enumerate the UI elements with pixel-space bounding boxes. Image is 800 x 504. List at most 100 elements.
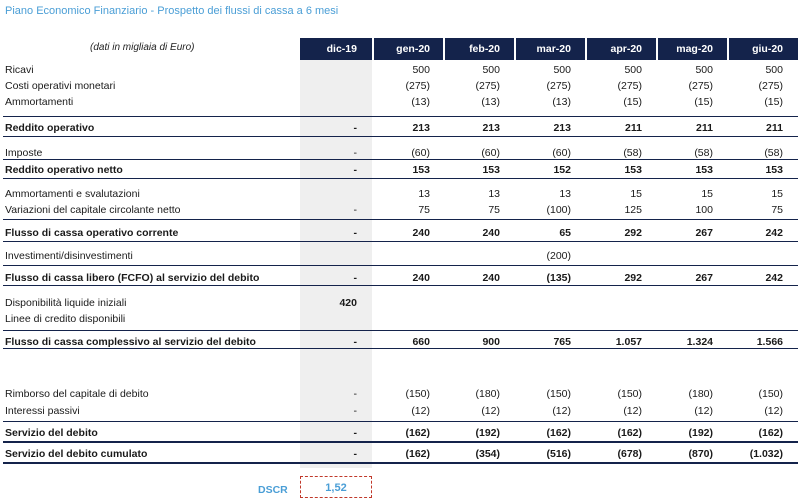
- cell-giu-20: 500: [765, 64, 783, 76]
- cell-gen-20: 240: [412, 272, 430, 284]
- cell-apr-20: 15: [630, 188, 642, 200]
- cell-gen-20: 13: [418, 188, 430, 200]
- column-header-mag-20: mag-20: [658, 38, 727, 60]
- cell-gen-20: (162): [405, 427, 430, 439]
- row-label: Interessi passivi: [5, 405, 80, 417]
- row-label: Investimenti/disinvestimenti: [5, 250, 133, 262]
- row-label: Ricavi: [5, 64, 34, 76]
- cell-mag-20: 1.324: [686, 336, 713, 348]
- row-label: Linee di credito disponibili: [5, 313, 126, 325]
- row-label: Flusso di cassa operativo corrente: [5, 227, 179, 239]
- table-row: Disponibilità liquide iniziali 420: [0, 295, 800, 311]
- cell-apr-20: (150): [617, 388, 642, 400]
- cell-mag-20: (192): [688, 427, 713, 439]
- cell-feb-20: (354): [475, 448, 500, 460]
- row-divider: [3, 462, 798, 464]
- table-row: Flusso di cassa libero (FCFO) al servizi…: [0, 270, 800, 286]
- column-header-feb-20: feb-20: [445, 38, 514, 60]
- table-row: Ricavi 500 500 500 500 500 500: [0, 62, 800, 78]
- cell-gen-20: (150): [405, 388, 430, 400]
- cell-mar-20: (275): [546, 80, 571, 92]
- units-note: (dati in migliaia di Euro): [90, 42, 195, 53]
- row-divider: [3, 219, 798, 220]
- cell-mag-20: (870): [688, 448, 713, 460]
- table-row: Investimenti/disinvestimenti (200): [0, 248, 800, 264]
- cell-feb-20: (60): [481, 147, 500, 159]
- row-label: Imposte: [5, 147, 43, 159]
- cell-giu-20: (12): [764, 405, 783, 417]
- row-label: Servizio del debito: [5, 427, 98, 439]
- cell-feb-20: 75: [488, 204, 500, 216]
- cell-feb-20: 900: [482, 336, 500, 348]
- cell-mar-20: 152: [553, 164, 571, 176]
- cell-apr-20: 1.057: [615, 336, 642, 348]
- cell-gen-20: 660: [412, 336, 430, 348]
- dscr-label: DSCR: [258, 484, 288, 496]
- table-row: Ammortamenti (13) (13) (13) (15) (15) (15): [0, 94, 800, 110]
- page-title: Piano Economico Finanziario - Prospetto …: [5, 5, 339, 17]
- column-header-mar-20: mar-20: [516, 38, 585, 60]
- column-header-gen-20: gen-20: [374, 38, 443, 60]
- cell-mar-20: (150): [546, 388, 571, 400]
- table-row: Servizio del debito - (162) (192) (162) (162)…: [0, 425, 800, 441]
- row-label: Costi operativi monetari: [5, 80, 116, 92]
- cell-feb-20: 13: [488, 188, 500, 200]
- row-label: Ammortamenti e svalutazioni: [5, 188, 140, 200]
- cell-mag-20: (12): [694, 405, 713, 417]
- row-divider: [3, 265, 798, 266]
- table-row: Linee di credito disponibili: [0, 311, 800, 327]
- dscr-value: 1,52: [300, 476, 372, 498]
- cell-dic-19: -: [353, 164, 358, 176]
- cell-apr-20: 211: [625, 122, 642, 134]
- row-label: Reddito operativo: [5, 122, 95, 134]
- cell-feb-20: (13): [481, 96, 500, 108]
- column-header-dic-19: dic-19: [300, 38, 372, 60]
- cell-mag-20: 15: [701, 188, 713, 200]
- cell-mar-20: 13: [559, 188, 571, 200]
- cell-giu-20: (58): [764, 147, 783, 159]
- cell-giu-20: 15: [771, 188, 783, 200]
- cell-mar-20: (13): [552, 96, 571, 108]
- cell-dic-19: -: [353, 427, 358, 439]
- column-header-giu-20: giu-20: [729, 38, 798, 60]
- cell-giu-20: 75: [771, 204, 783, 216]
- cell-dic-19: -: [353, 227, 358, 239]
- cell-gen-20: 213: [412, 122, 430, 134]
- cell-mag-20: 100: [695, 204, 713, 216]
- cell-apr-20: 292: [624, 272, 642, 284]
- cell-mar-20: (135): [546, 272, 571, 284]
- cell-apr-20: 125: [624, 204, 642, 216]
- cell-feb-20: (192): [475, 427, 500, 439]
- table-row: Variazioni del capitale circolante netto…: [0, 202, 800, 218]
- cell-apr-20: (12): [623, 405, 642, 417]
- table-row: Flusso di cassa operativo corrente - 240 24…: [0, 225, 800, 241]
- cell-giu-20: 211: [766, 122, 783, 134]
- cell-feb-20: 500: [482, 64, 500, 76]
- table-row: Rimborso del capitale di debito - (150) (18…: [0, 386, 800, 402]
- table-row: Flusso di cassa complessivo al servizio …: [0, 334, 800, 350]
- cell-mar-20: 213: [553, 122, 571, 134]
- cell-apr-20: (15): [623, 96, 642, 108]
- cell-mag-20: 211: [696, 122, 713, 134]
- cell-giu-20: (275): [758, 80, 783, 92]
- cell-giu-20: (162): [758, 427, 783, 439]
- row-label: Servizio del debito cumulato: [5, 448, 148, 460]
- cell-apr-20: (275): [617, 80, 642, 92]
- cell-mag-20: (180): [688, 388, 713, 400]
- cell-giu-20: (1.032): [749, 448, 783, 460]
- cell-feb-20: 240: [482, 227, 500, 239]
- table-row: Servizio del debito cumulato - (162) (354) (…: [0, 446, 800, 462]
- row-label: Variazioni del capitale circolante netto: [5, 204, 181, 216]
- cell-giu-20: 242: [765, 227, 783, 239]
- cell-gen-20: 75: [418, 204, 430, 216]
- cell-dic-19: -: [353, 147, 358, 159]
- cell-feb-20: (180): [475, 388, 500, 400]
- row-divider: [3, 421, 798, 422]
- row-divider: [3, 330, 798, 331]
- table-row: Reddito operativo - 213 213 213 211 211 211: [0, 120, 800, 136]
- cell-apr-20: 292: [624, 227, 642, 239]
- cell-giu-20: (150): [758, 388, 783, 400]
- cell-apr-20: 500: [624, 64, 642, 76]
- cell-mag-20: (15): [694, 96, 713, 108]
- cell-dic-19: -: [353, 448, 358, 460]
